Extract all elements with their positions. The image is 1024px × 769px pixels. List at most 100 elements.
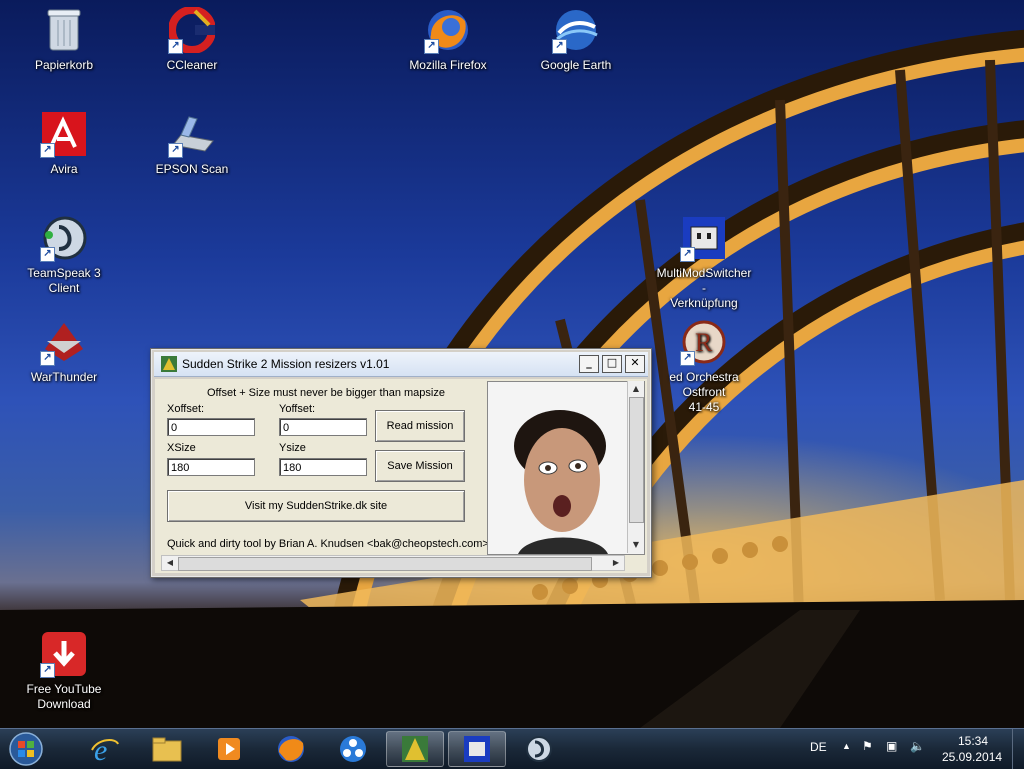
desktop-icon-epson-scan[interactable]: ↗ EPSON Scan [142,110,242,177]
language-indicator[interactable]: DE [810,740,827,754]
shortcut-arrow-icon: ↗ [424,39,439,54]
desktop-icon-label: Free YouTube [26,682,102,696]
recycle-bin-icon [40,6,88,54]
shortcut-arrow-icon: ↗ [552,39,567,54]
yoffset-label: Yoffset: [279,403,316,415]
face-photo-image [488,382,628,554]
shortcut-arrow-icon: ↗ [40,663,55,678]
scroll-right-arrow-icon[interactable]: ▶ [608,555,624,571]
author-credit: Quick and dirty tool by Brian A. Knudsen… [167,538,489,550]
volume-icon[interactable]: 🔈 [910,739,925,753]
author-photo [487,381,645,555]
svg-text:e: e [94,734,107,764]
firefox-icon: ↗ [424,6,472,54]
shortcut-arrow-icon: ↗ [40,351,55,366]
svg-text:R: R [695,328,713,357]
scroll-down-arrow-icon[interactable]: ▼ [628,537,644,553]
taskbar-file-explorer[interactable] [138,731,196,767]
shortcut-arrow-icon: ↗ [40,143,55,158]
minimize-button[interactable]: _ [579,355,599,373]
desktop-icon-label-line2: Verknüpfung [670,296,738,310]
visit-site-button[interactable]: Visit my SuddenStrike.dk site [167,490,465,522]
window-client-area: Offset + Size must never be bigger than … [155,379,647,573]
desktop-icon-label: WarThunder [30,370,98,384]
ccleaner-icon: ↗ [168,6,216,54]
desktop-icon-label: MultiModSwitcher - [656,266,752,295]
window-title: Sudden Strike 2 Mission resizers v1.01 [182,357,390,371]
app-icon [161,356,177,372]
desktop-icon-label-line2: Download [37,697,91,711]
clock-date[interactable]: 25.09.2014 [942,750,1002,764]
xsize-label: XSize [167,442,196,454]
desktop-icon-label: Google Earth [540,58,612,72]
windows-orb-icon [9,732,43,766]
teamspeak-icon [526,736,552,762]
taskbar: e DE ▲ ⚑ ▣ 🔈 15:34 25.09.2014 [0,728,1024,769]
xsize-input[interactable]: 180 [167,458,255,476]
multimodswitcher-icon [464,736,490,762]
warthunder-icon: ↗ [40,318,88,366]
network-icon[interactable]: ▣ [886,739,897,753]
xoffset-label: Xoffset: [167,403,205,415]
horizontal-scroll-thumb[interactable] [178,557,592,571]
vertical-scrollbar[interactable]: ▲ ▼ [627,381,644,553]
window-title-bar[interactable]: Sudden Strike 2 Mission resizers v1.01 _… [154,352,648,377]
start-button[interactable] [4,730,48,768]
scanner-icon: ↗ [168,110,216,158]
size-warning-note: Offset + Size must never be bigger than … [207,387,445,399]
horizontal-scrollbar[interactable]: ◀ ▶ [161,555,625,571]
desktop-icon-google-earth[interactable]: ↗ Google Earth [526,6,626,73]
yoffset-input[interactable]: 0 [279,418,367,436]
shortcut-arrow-icon: ↗ [168,39,183,54]
action-center-flag-icon[interactable]: ⚑ [862,739,873,753]
desktop-icon-label: Papierkorb [34,58,94,72]
shortcut-arrow-icon: ↗ [680,351,695,366]
sudden-strike-icon [402,736,428,762]
desktop-icon-avira[interactable]: ↗ Avira [14,110,114,177]
desktop-icon-label: Avira [50,162,78,176]
read-mission-button[interactable]: Read mission [375,410,465,442]
taskbar-media-player[interactable] [200,731,258,767]
taskbar-internet-explorer[interactable]: e [76,731,134,767]
mission-resizer-window: Sudden Strike 2 Mission resizers v1.01 _… [150,348,652,578]
desktop-icon-ccleaner[interactable]: ↗ CCleaner [142,6,242,73]
desktop-icon-warthunder[interactable]: ↗ WarThunder [14,318,114,385]
close-button[interactable]: ✕ [625,355,645,373]
ysize-input[interactable]: 180 [279,458,367,476]
desktop-icon-label: CCleaner [166,58,218,72]
internet-explorer-icon: e [91,734,119,764]
google-earth-icon: ↗ [552,6,600,54]
shortcut-arrow-icon: ↗ [680,247,695,262]
taskbar-teamspeak[interactable] [510,731,568,767]
taskbar-multimodswitcher[interactable] [448,731,506,767]
desktop-icon-label: EPSON Scan [155,162,229,176]
desktop-icon-papierkorb[interactable]: Papierkorb [14,6,114,73]
save-mission-button[interactable]: Save Mission [375,450,465,482]
clock-time[interactable]: 15:34 [958,734,988,748]
shortcut-arrow-icon: ↗ [40,247,55,262]
show-desktop-button[interactable] [1012,729,1024,769]
xoffset-input[interactable]: 0 [167,418,255,436]
shortcut-arrow-icon: ↗ [168,143,183,158]
desktop-icon-multimodswitcher[interactable]: ↗ MultiModSwitcher - Verknüpfung [654,214,754,311]
desktop-icon-firefox[interactable]: ↗ Mozilla Firefox [398,6,498,73]
youtube-download-icon: ↗ [40,630,88,678]
taskbar-sudden-strike[interactable] [386,731,444,767]
desktop-icon-label-line2: 41-45 [688,400,720,414]
avira-icon: ↗ [40,110,88,158]
desktop-icon-free-youtube-download[interactable]: ↗ Free YouTube Download [14,630,114,712]
desktop-icon-label: ed Orchestra Ostfront [669,370,739,399]
vertical-scroll-thumb[interactable] [629,397,644,523]
desktop-icon-teamspeak[interactable]: ↗ TeamSpeak 3 Client [14,214,114,296]
scroll-up-arrow-icon[interactable]: ▲ [628,381,644,397]
circles-app-icon [340,736,366,762]
taskbar-firefox[interactable] [262,731,320,767]
desktop-icon-red-orchestra[interactable]: R ↗ ed Orchestra Ostfront 41-45 [654,318,754,415]
show-hidden-icons-icon[interactable]: ▲ [842,741,851,751]
maximize-button[interactable]: □ [602,355,622,373]
teamspeak-icon: ↗ [40,214,88,262]
taskbar-app-circles[interactable] [324,731,382,767]
red-orchestra-icon: R ↗ [680,318,728,366]
scroll-left-arrow-icon[interactable]: ◀ [162,555,178,571]
multimodswitcher-icon: ↗ [680,214,728,262]
